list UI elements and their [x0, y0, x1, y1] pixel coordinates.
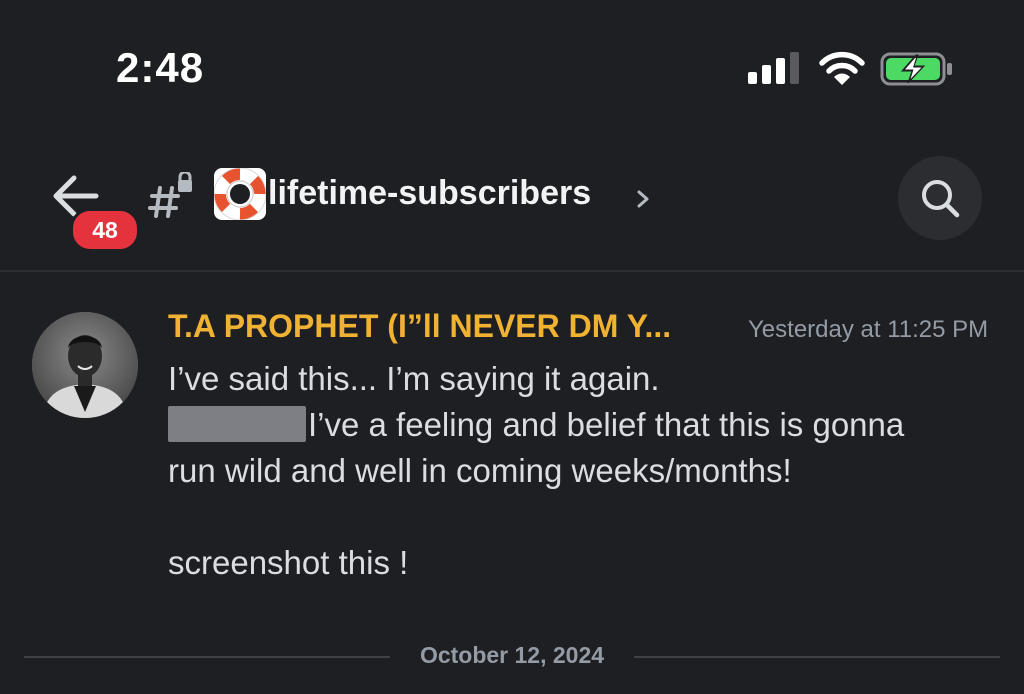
divider-line [634, 656, 1000, 658]
message-body: I’ve said this... I’m saying it again. I… [168, 356, 988, 586]
status-bar: 2:48 [0, 0, 1024, 130]
message-timestamp: Yesterday at 11:25 PM [748, 316, 989, 343]
message-line: I’ve said this... I’m saying it again. [168, 360, 660, 397]
chevron-right-icon[interactable] [630, 184, 656, 214]
message-line: screenshot this ! [168, 544, 409, 581]
message-line: run wild and well in coming weeks/months… [168, 452, 792, 489]
status-time: 2:48 [116, 44, 205, 91]
locked-hash-icon [148, 172, 192, 218]
unread-count-badge[interactable]: 48 [70, 208, 140, 252]
date-divider-label: October 12, 2024 [419, 642, 605, 668]
divider-line [24, 656, 390, 658]
search-icon [922, 180, 960, 218]
channel-header: 48 lifetime-subscribers [0, 150, 1024, 272]
battery-charging-icon [880, 52, 952, 86]
date-divider: October 12, 2024 [24, 636, 1000, 676]
avatar[interactable] [32, 312, 138, 418]
channel-name[interactable]: lifetime-subscribers [268, 174, 591, 213]
wifi-icon [819, 51, 865, 85]
message-line-text: I’ve a feeling and belief that this is g… [308, 406, 905, 443]
message-author[interactable]: T.A PROPHET (I”ll NEVER DM Y... [168, 308, 671, 345]
message-line: I’ve a feeling and belief that this is g… [168, 402, 988, 448]
search-button[interactable] [898, 156, 982, 240]
cellular-signal-icon [748, 52, 799, 84]
chat-message: T.A PROPHET (I”ll NEVER DM Y... Yesterda… [0, 300, 1024, 600]
redacted-block [168, 406, 306, 442]
lifebuoy-icon [214, 168, 266, 220]
